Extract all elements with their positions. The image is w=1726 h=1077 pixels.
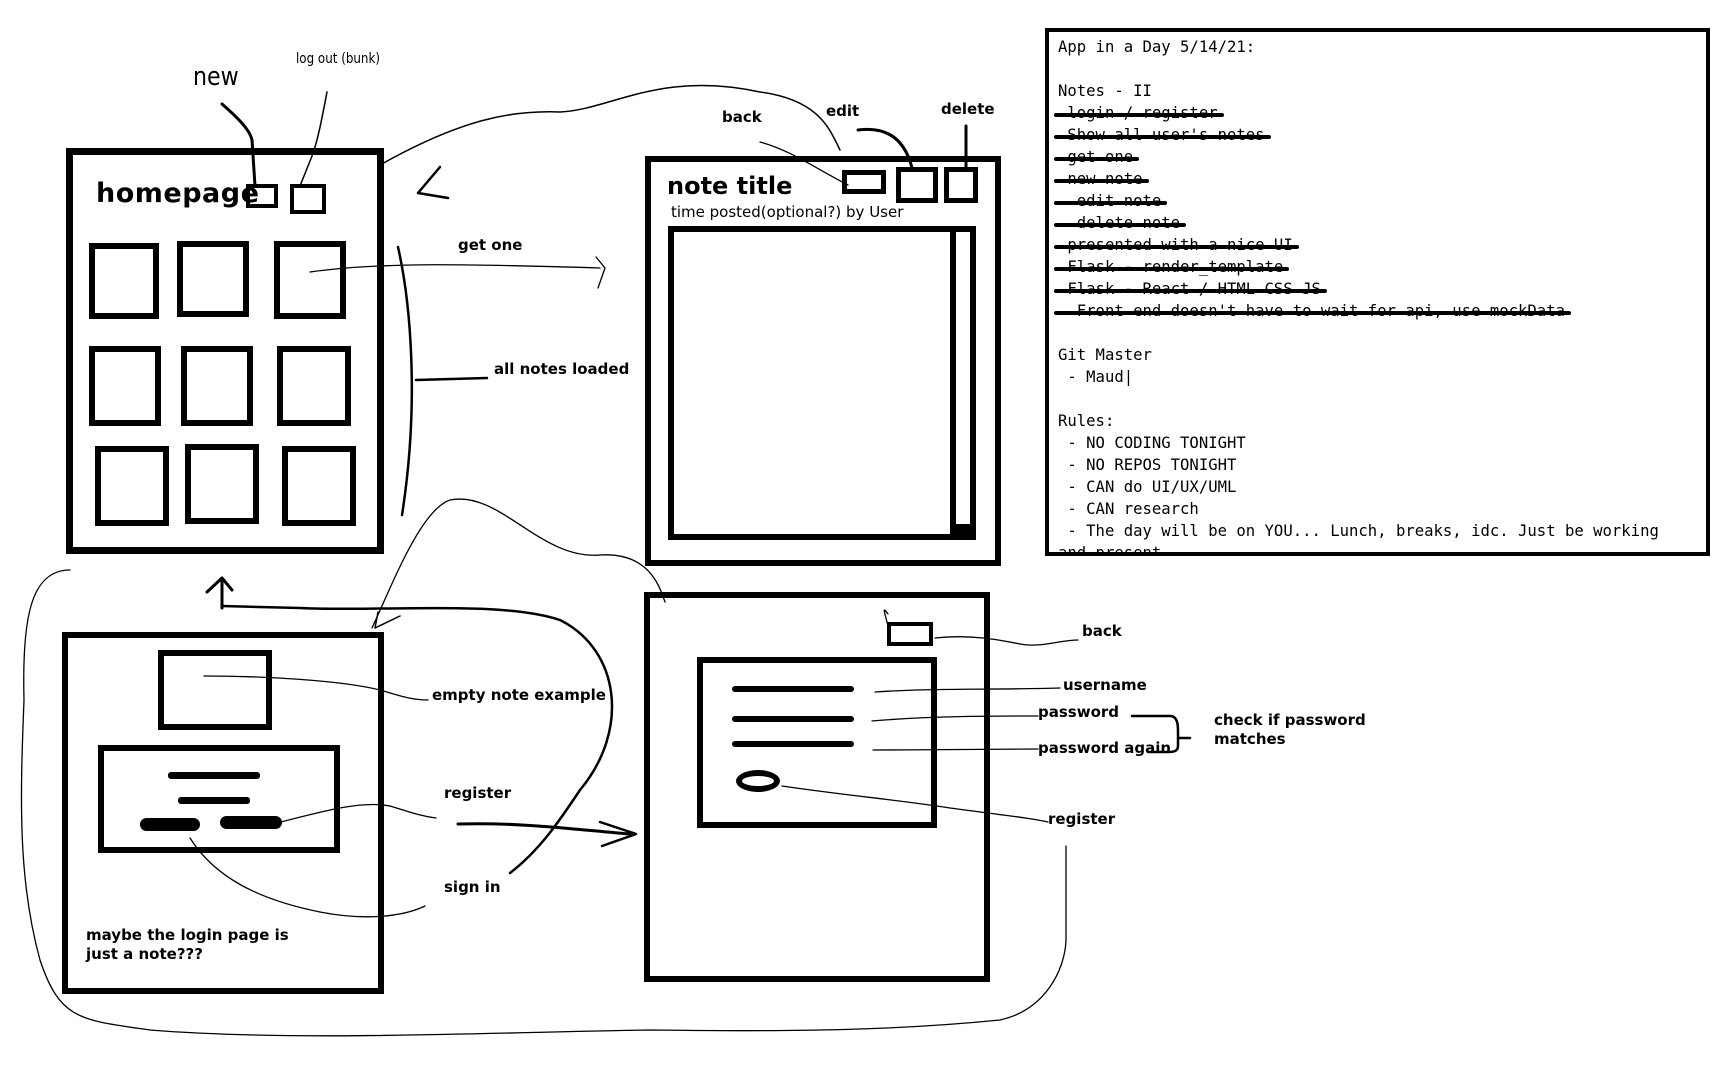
notes-panel-line: - Maud| — [1058, 368, 1134, 386]
note-card[interactable] — [282, 446, 356, 526]
check-label-line1: check if password — [1214, 711, 1366, 729]
note-scrollbar-thumb[interactable] — [950, 524, 970, 536]
note-title: note title — [667, 172, 793, 200]
notes-panel-line — [1058, 388, 1659, 410]
logout-label: log out (bunk) — [296, 51, 381, 67]
get-one-label: get one — [458, 236, 523, 254]
login-field[interactable] — [178, 797, 250, 804]
notes-panel-line: - CAN research — [1058, 500, 1199, 518]
note-body-area[interactable] — [668, 226, 976, 540]
delete-label: delete — [941, 100, 995, 118]
logout-button[interactable] — [290, 184, 326, 214]
notes-panel-line: Rules: — [1058, 412, 1115, 430]
notes-panel-line: Flask - React / HTML CSS JS — [1054, 280, 1327, 298]
register-back-label: back — [1082, 622, 1122, 640]
register-button[interactable] — [220, 816, 282, 829]
notes-panel-line: - NO REPOS TONIGHT — [1058, 456, 1237, 474]
notes-panel-line: Flask - render_template — [1053, 258, 1290, 276]
empty-note-label: empty note example — [432, 686, 606, 704]
notes-panel-line — [1058, 322, 1659, 344]
notes-panel-line: delete note — [1053, 214, 1187, 232]
note-delete-button[interactable] — [944, 167, 978, 203]
note-edit-button[interactable] — [896, 167, 938, 203]
empty-note-example — [158, 650, 272, 730]
notes-panel-line: and present — [1058, 544, 1162, 556]
new-note-button[interactable] — [246, 184, 278, 208]
note-card[interactable] — [274, 241, 346, 319]
note-card[interactable] — [277, 346, 351, 426]
notes-panel-line: login / register — [1054, 104, 1224, 122]
notes-panel-line: get one — [1053, 148, 1140, 166]
note-card[interactable] — [89, 243, 159, 319]
note-card[interactable] — [89, 346, 161, 426]
notes-panel-text: App in a Day 5/14/21: Notes - II login /… — [1053, 36, 1659, 556]
note-back-button[interactable] — [842, 170, 886, 194]
register-page-register-label: register — [1048, 810, 1116, 828]
all-notes-label: all notes loaded — [494, 360, 630, 378]
notes-panel-line: Notes - II — [1058, 82, 1152, 100]
username-field[interactable] — [732, 686, 854, 692]
sign-in-label: sign in — [444, 878, 501, 896]
login-caption-line1: maybe the login page is — [86, 926, 289, 944]
note-card[interactable] — [181, 346, 253, 426]
notes-panel-line: - CAN do UI/UX/UML — [1058, 478, 1237, 496]
sign-in-button[interactable] — [140, 818, 200, 831]
register-back-button[interactable] — [887, 622, 933, 646]
note-card[interactable] — [185, 444, 259, 524]
edit-label: edit — [826, 102, 860, 120]
notes-panel-line: Git Master — [1058, 346, 1152, 364]
new-label: new — [193, 62, 239, 92]
register-label: register — [444, 784, 512, 802]
notes-panel: App in a Day 5/14/21: Notes - II login /… — [1045, 28, 1710, 556]
notes-panel-line: edit note — [1053, 192, 1168, 210]
password-again-field[interactable] — [732, 741, 854, 747]
notes-panel-line: presented with a nice UI — [1054, 236, 1299, 254]
note-card[interactable] — [177, 241, 249, 317]
notes-panel-line: - The day will be on YOU... Lunch, break… — [1058, 522, 1659, 540]
password-label: password — [1038, 703, 1120, 721]
password-field[interactable] — [732, 716, 854, 722]
notes-panel-line: App in a Day 5/14/21: — [1058, 38, 1256, 56]
notes-panel-line: Front end doesn't have to wait for api, … — [1054, 302, 1571, 320]
notes-panel-line — [1058, 58, 1659, 80]
login-field[interactable] — [168, 772, 260, 779]
password-again-label: password again — [1038, 739, 1172, 757]
back-label: back — [722, 108, 762, 126]
login-caption-line2: just a note??? — [86, 945, 203, 963]
note-card[interactable] — [95, 446, 169, 526]
register-submit-button[interactable] — [736, 770, 780, 792]
notes-panel-line: new note — [1054, 170, 1148, 188]
note-scrollbar[interactable] — [950, 232, 966, 532]
homepage-title: homepage — [96, 178, 260, 209]
notes-panel-line: Show all user's notes — [1054, 126, 1271, 144]
username-label: username — [1063, 676, 1147, 694]
note-subtitle: time posted(optional?) by User — [671, 203, 904, 221]
notes-panel-line: - NO CODING TONIGHT — [1058, 434, 1246, 452]
sketch-canvas: homepage new log out (bunk) get one all … — [0, 0, 1726, 1077]
check-label-line2: matches — [1214, 730, 1286, 748]
